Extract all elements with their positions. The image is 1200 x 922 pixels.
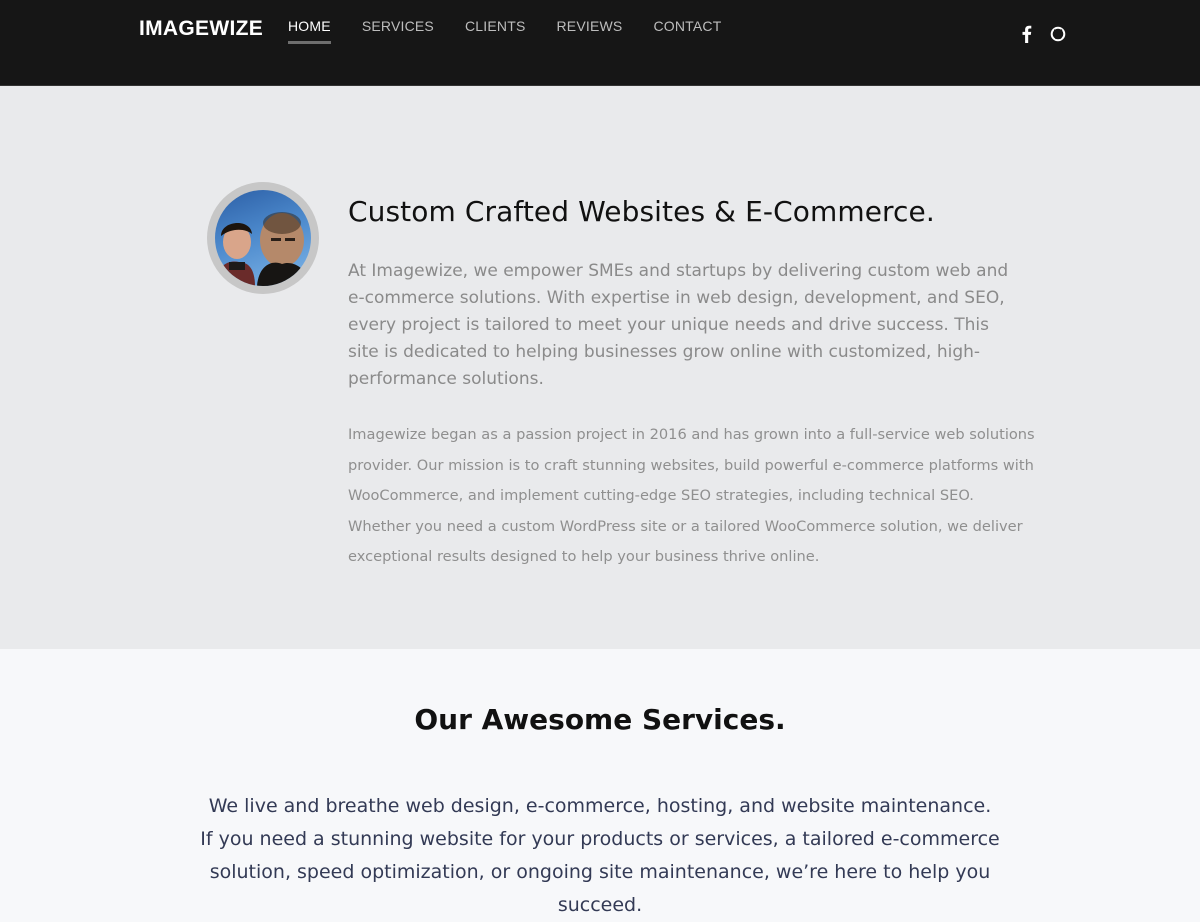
github-icon[interactable] bbox=[1049, 24, 1067, 44]
services-title: Our Awesome Services. bbox=[414, 703, 786, 736]
services-description: We live and breathe web design, e-commer… bbox=[200, 795, 1000, 916]
profile-avatar bbox=[207, 182, 319, 294]
hero-lead-paragraph: At Imagewize, we empower SMEs and startu… bbox=[348, 261, 1009, 389]
facebook-icon[interactable] bbox=[1018, 24, 1036, 44]
hero-title: Custom Crafted Websites & E-Commerce. bbox=[348, 195, 935, 228]
social-links bbox=[1018, 24, 1067, 44]
nav-contact[interactable]: CONTACT bbox=[653, 18, 721, 44]
nav-reviews[interactable]: REVIEWS bbox=[557, 18, 623, 44]
main-nav: HOME SERVICES CLIENTS REVIEWS CONTACT bbox=[288, 18, 722, 44]
avatar-photo bbox=[215, 190, 311, 286]
site-logo[interactable]: IMAGEWIZE bbox=[139, 17, 263, 41]
nav-clients[interactable]: CLIENTS bbox=[465, 18, 526, 44]
nav-services[interactable]: SERVICES bbox=[362, 18, 434, 44]
nav-home[interactable]: HOME bbox=[288, 18, 331, 44]
hero-body-paragraph: Imagewize began as a passion project in … bbox=[348, 426, 1035, 565]
top-navigation-bar: IMAGEWIZE HOME SERVICES CLIENTS REVIEWS … bbox=[0, 0, 1200, 86]
